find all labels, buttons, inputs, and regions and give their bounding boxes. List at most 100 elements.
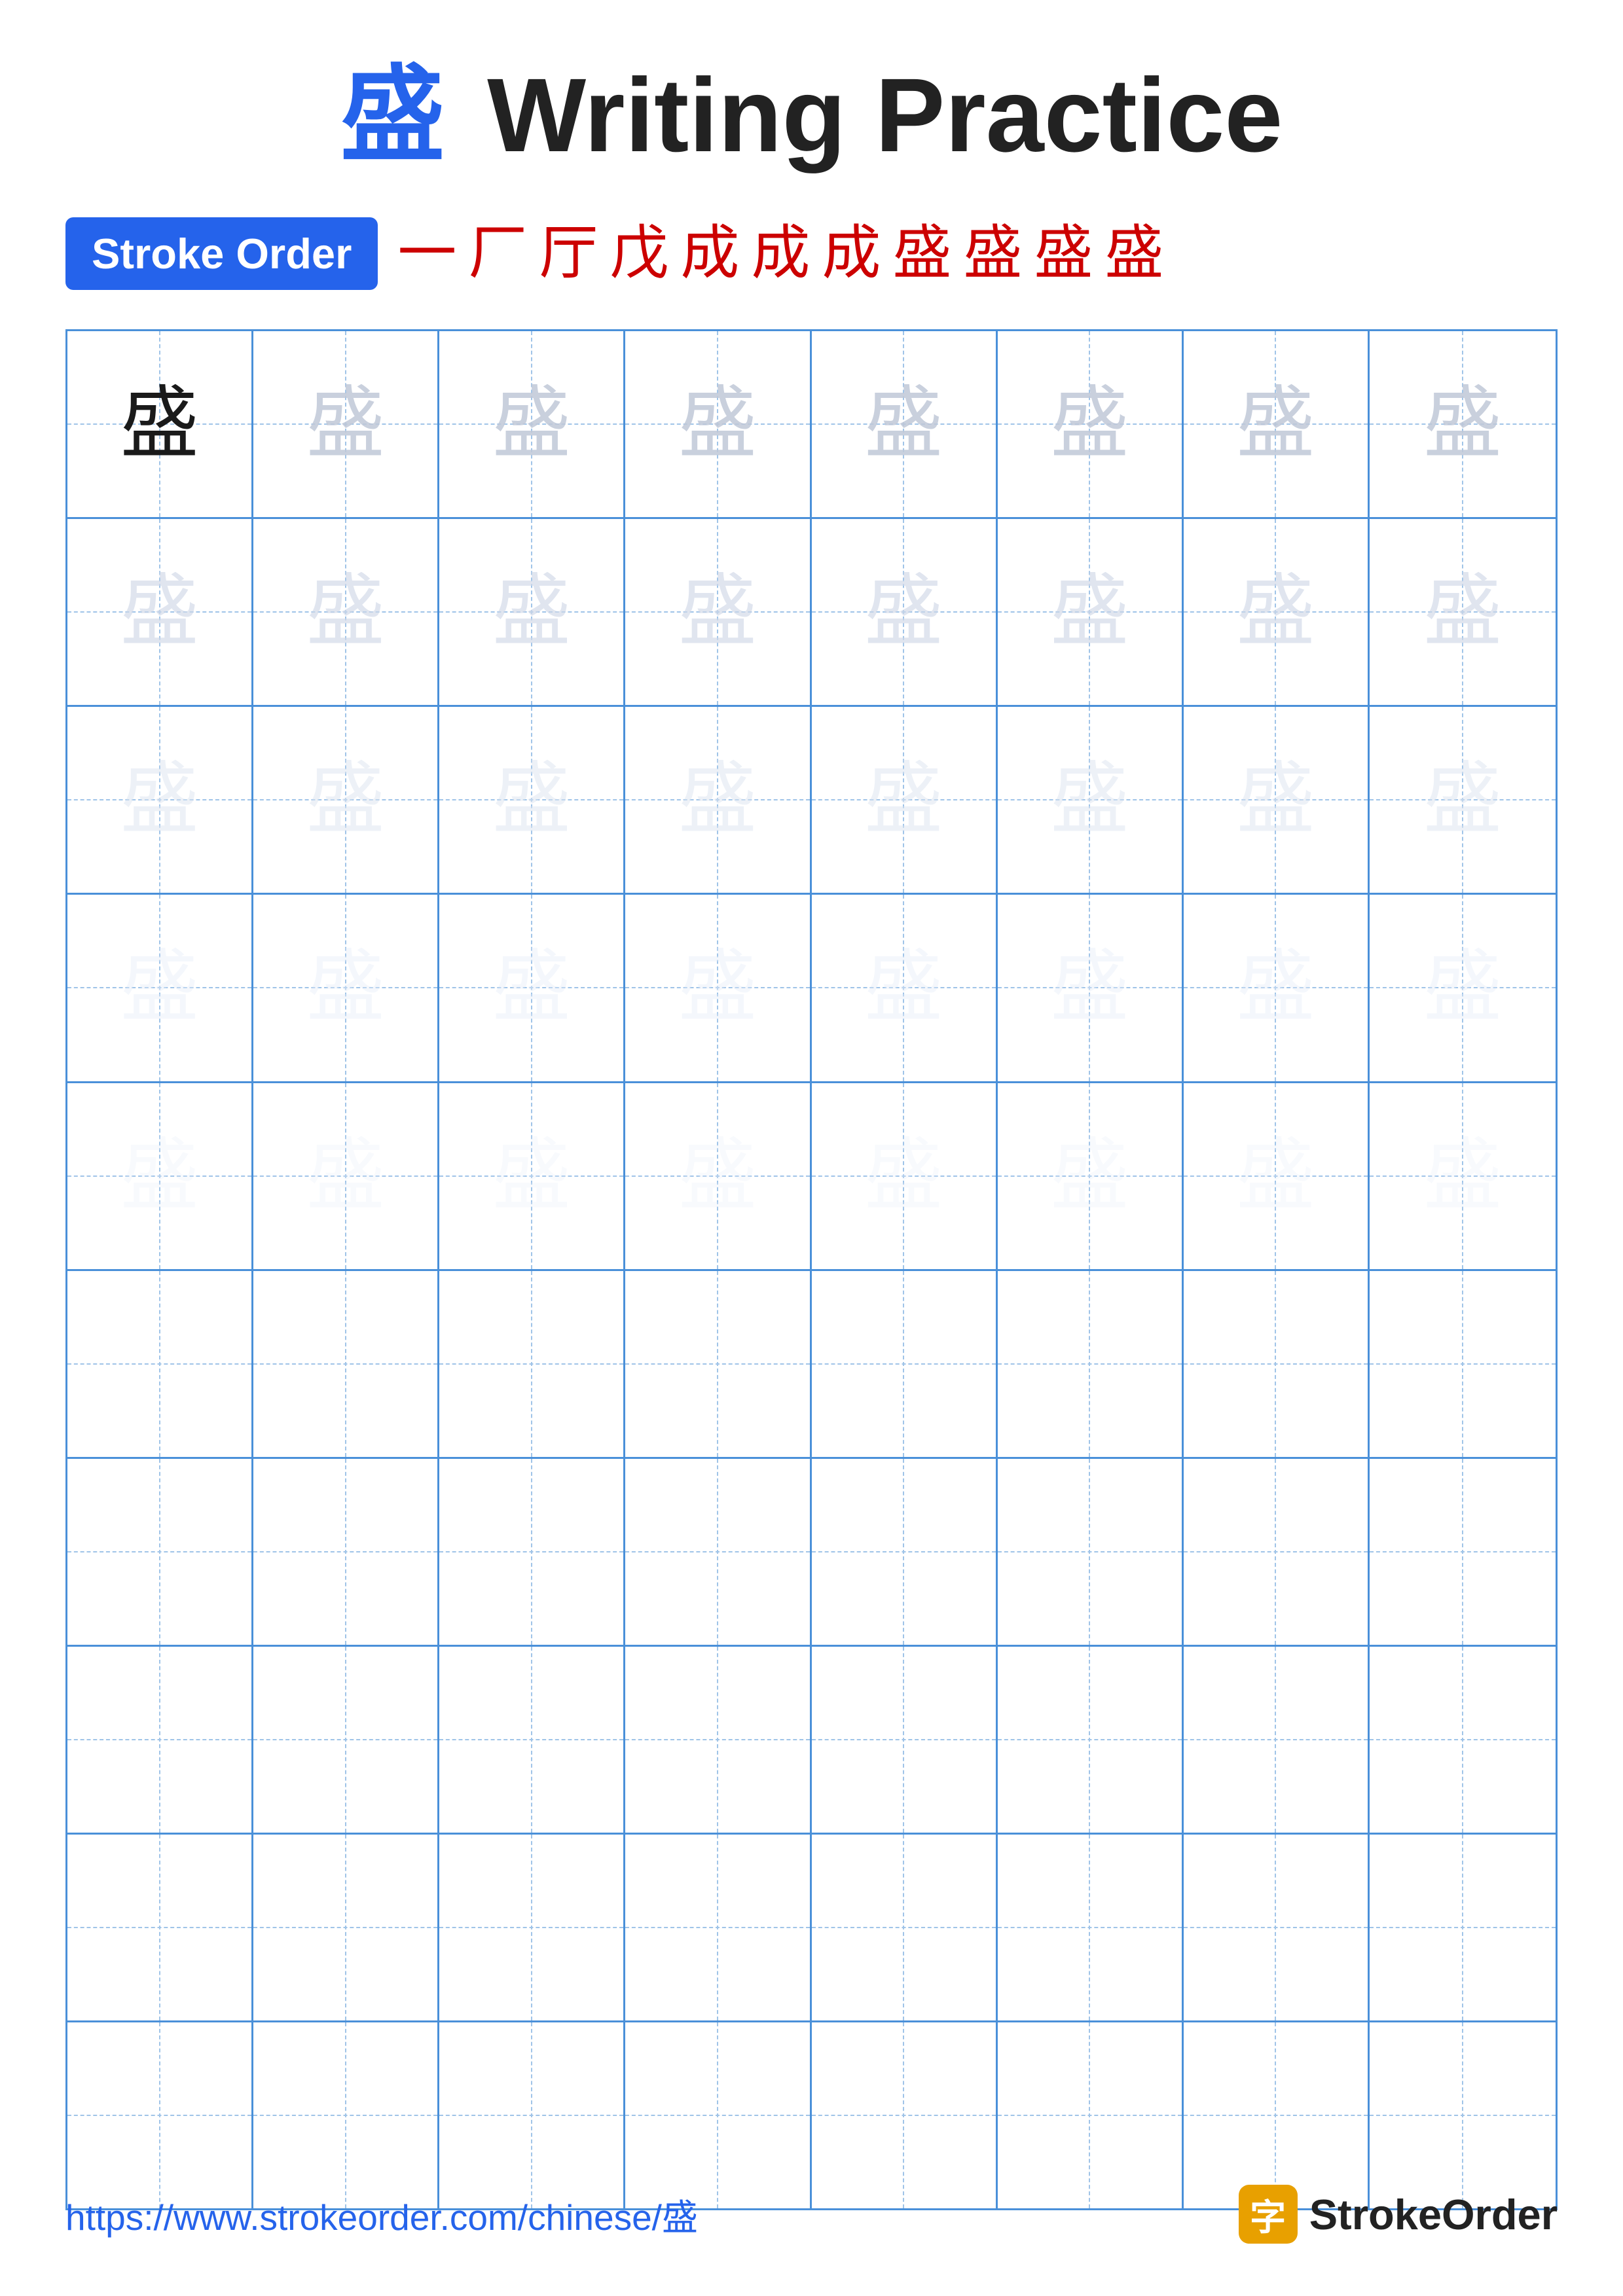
practice-char: 盛 — [1236, 573, 1315, 651]
grid-cell[interactable] — [812, 1459, 998, 1645]
grid-cell[interactable] — [67, 1459, 253, 1645]
grid-cell[interactable] — [1184, 1647, 1370, 1833]
grid-cell[interactable] — [812, 2022, 998, 2208]
grid-cell[interactable]: 盛 — [67, 707, 253, 893]
stroke-5: 成 — [680, 224, 739, 283]
grid-cell[interactable] — [253, 2022, 439, 2208]
practice-char: 盛 — [1050, 761, 1129, 839]
stroke-8: 盛 — [892, 224, 951, 283]
grid-cell[interactable] — [812, 1835, 998, 2020]
grid-cell[interactable]: 盛 — [67, 331, 253, 517]
grid-cell[interactable]: 盛 — [1184, 707, 1370, 893]
grid-cell[interactable]: 盛 — [439, 1083, 625, 1269]
grid-cell[interactable] — [812, 1271, 998, 1457]
grid-cell[interactable]: 盛 — [1370, 895, 1556, 1081]
footer-url[interactable]: https://www.strokeorder.com/chinese/盛 — [65, 2188, 698, 2240]
grid-cell[interactable] — [1184, 1459, 1370, 1645]
grid-cell[interactable] — [1370, 2022, 1556, 2208]
grid-cell[interactable] — [1370, 1459, 1556, 1645]
grid-cell[interactable] — [812, 1647, 998, 1833]
grid-cell[interactable] — [439, 1835, 625, 2020]
grid-cell[interactable]: 盛 — [812, 895, 998, 1081]
grid-cell[interactable] — [998, 2022, 1184, 2208]
grid-cell[interactable]: 盛 — [439, 895, 625, 1081]
grid-cell[interactable]: 盛 — [67, 519, 253, 705]
grid-cell[interactable]: 盛 — [439, 519, 625, 705]
grid-cell[interactable]: 盛 — [625, 331, 811, 517]
practice-char: 盛 — [306, 761, 385, 839]
grid-cell[interactable] — [1370, 1647, 1556, 1833]
footer-logo-text: StrokeOrder — [1309, 2190, 1558, 2239]
practice-char: 盛 — [864, 761, 943, 839]
grid-cell[interactable]: 盛 — [1370, 331, 1556, 517]
grid-cell[interactable] — [625, 1647, 811, 1833]
grid-cell[interactable] — [625, 1271, 811, 1457]
practice-char: 盛 — [120, 385, 199, 463]
grid-cell[interactable] — [439, 1459, 625, 1645]
grid-cell[interactable]: 盛 — [998, 707, 1184, 893]
grid-cell[interactable]: 盛 — [998, 895, 1184, 1081]
grid-cell[interactable]: 盛 — [1184, 895, 1370, 1081]
grid-cell[interactable]: 盛 — [439, 331, 625, 517]
grid-cell[interactable]: 盛 — [998, 331, 1184, 517]
grid-cell[interactable] — [998, 1647, 1184, 1833]
grid-cell[interactable] — [1184, 1835, 1370, 2020]
grid-cell[interactable]: 盛 — [67, 1083, 253, 1269]
grid-cell[interactable]: 盛 — [625, 895, 811, 1081]
grid-cell[interactable] — [439, 2022, 625, 2208]
grid-cell[interactable] — [253, 1459, 439, 1645]
grid-cell[interactable] — [1370, 1271, 1556, 1457]
practice-char: 盛 — [1050, 573, 1129, 651]
grid-cell[interactable] — [67, 2022, 253, 2208]
grid-cell[interactable]: 盛 — [253, 707, 439, 893]
grid-cell[interactable] — [439, 1271, 625, 1457]
grid-cell[interactable]: 盛 — [1370, 519, 1556, 705]
practice-char: 盛 — [1423, 948, 1502, 1027]
grid-cell[interactable]: 盛 — [625, 707, 811, 893]
grid-cell[interactable]: 盛 — [998, 1083, 1184, 1269]
grid-cell[interactable]: 盛 — [253, 1083, 439, 1269]
grid-cell[interactable]: 盛 — [439, 707, 625, 893]
grid-cell[interactable] — [998, 1271, 1184, 1457]
grid-cell[interactable]: 盛 — [812, 519, 998, 705]
practice-char: 盛 — [1423, 385, 1502, 463]
practice-char: 盛 — [1050, 1137, 1129, 1215]
grid-cell[interactable] — [253, 1835, 439, 2020]
grid-cell[interactable] — [998, 1835, 1184, 2020]
grid-cell[interactable] — [253, 1271, 439, 1457]
grid-cell[interactable]: 盛 — [812, 707, 998, 893]
grid-cell[interactable]: 盛 — [1184, 331, 1370, 517]
grid-cell[interactable] — [439, 1647, 625, 1833]
practice-char: 盛 — [1050, 948, 1129, 1027]
grid-cell[interactable]: 盛 — [253, 331, 439, 517]
grid-cell[interactable] — [1184, 2022, 1370, 2208]
practice-char: 盛 — [1423, 1137, 1502, 1215]
grid-cell[interactable]: 盛 — [1184, 519, 1370, 705]
stroke-11: 盛 — [1104, 224, 1163, 283]
grid-cell[interactable] — [1184, 1271, 1370, 1457]
grid-cell[interactable] — [1370, 1835, 1556, 2020]
grid-cell[interactable] — [253, 1647, 439, 1833]
grid-cell[interactable] — [625, 2022, 811, 2208]
grid-cell[interactable]: 盛 — [253, 519, 439, 705]
grid-cell[interactable]: 盛 — [625, 519, 811, 705]
grid-cell[interactable] — [625, 1835, 811, 2020]
grid-cell[interactable] — [998, 1459, 1184, 1645]
grid-cell[interactable]: 盛 — [812, 1083, 998, 1269]
stroke-order-row: Stroke Order 一 厂 厅 戊 成 成 成 盛 盛 盛 盛 — [65, 217, 1558, 290]
grid-cell[interactable]: 盛 — [1184, 1083, 1370, 1269]
grid-cell[interactable]: 盛 — [253, 895, 439, 1081]
stroke-3: 厅 — [539, 224, 598, 283]
grid-cell[interactable]: 盛 — [998, 519, 1184, 705]
practice-char: 盛 — [120, 1137, 199, 1215]
grid-cell[interactable]: 盛 — [625, 1083, 811, 1269]
grid-cell[interactable] — [67, 1647, 253, 1833]
grid-cell[interactable]: 盛 — [1370, 1083, 1556, 1269]
grid-cell[interactable]: 盛 — [67, 895, 253, 1081]
grid-cell[interactable]: 盛 — [1370, 707, 1556, 893]
grid-cell[interactable] — [625, 1459, 811, 1645]
grid-cell[interactable] — [67, 1835, 253, 2020]
grid-cell[interactable] — [67, 1271, 253, 1457]
practice-char: 盛 — [1423, 573, 1502, 651]
grid-cell[interactable]: 盛 — [812, 331, 998, 517]
